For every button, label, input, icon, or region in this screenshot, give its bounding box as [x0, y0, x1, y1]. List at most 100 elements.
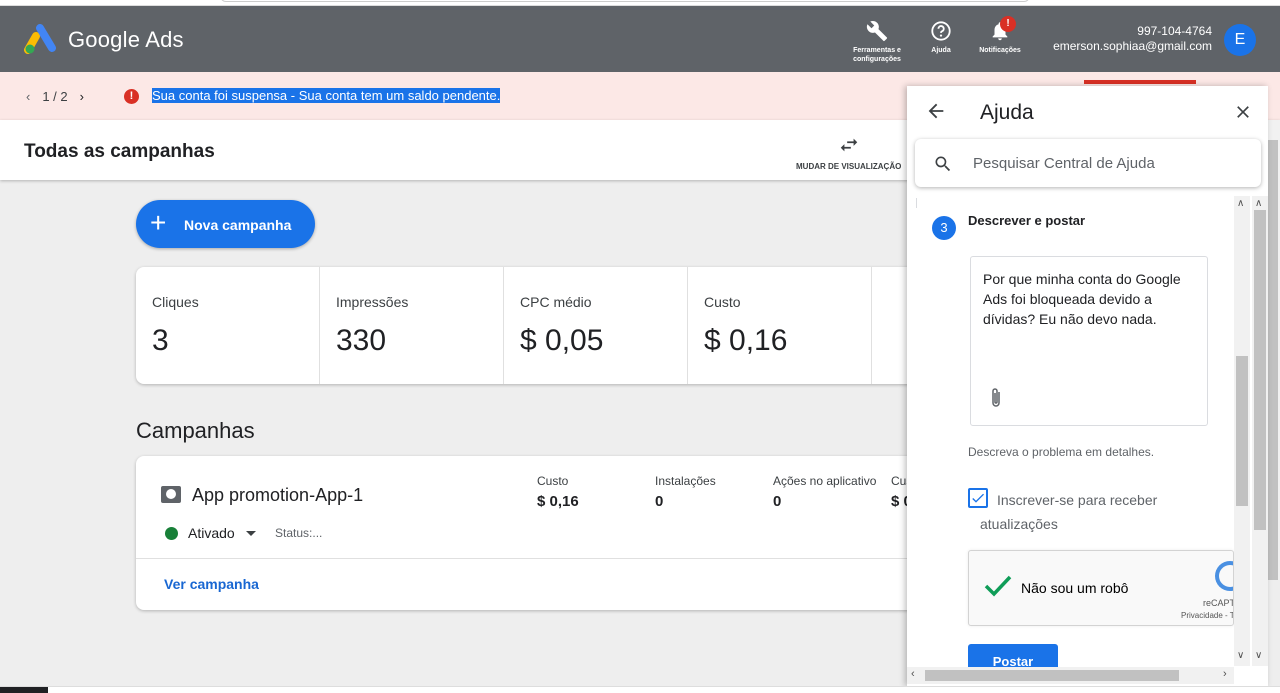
- scroll-up-icon[interactable]: ∧: [1237, 198, 1244, 209]
- account-id: 997-104-4764: [1137, 24, 1212, 38]
- metric-value: 3: [152, 324, 169, 357]
- chevron-right-icon[interactable]: ›: [80, 89, 84, 104]
- outer-scrollbar[interactable]: ∧ ∨: [1252, 196, 1268, 666]
- pager-count: 1 / 2: [42, 89, 68, 104]
- notifications-label: Notificações: [979, 47, 1021, 54]
- google-ads-logo: [24, 24, 56, 54]
- metric-label: Cliques: [152, 294, 199, 310]
- scroll-right-icon[interactable]: ›: [1223, 668, 1227, 680]
- metric-value: 330: [336, 324, 387, 357]
- recaptcha-widget[interactable]: Não sou um robô reCAPT Privacidade - T: [968, 550, 1234, 626]
- wrench-icon: [866, 21, 888, 42]
- search-placeholder: Pesquisar Central de Ajuda: [973, 155, 1155, 172]
- metrics-card: Cliques 3 Impressões 330 CPC médio $ 0,0…: [136, 267, 916, 384]
- scroll-down-icon[interactable]: ∨: [1237, 650, 1244, 661]
- chevron-left-icon[interactable]: ‹: [26, 89, 30, 104]
- textarea-line: Por que minha conta do Google: [983, 271, 1181, 287]
- alert-separator: -: [287, 88, 299, 103]
- swap-icon: [840, 138, 857, 152]
- help-search-input[interactable]: Pesquisar Central de Ajuda: [915, 139, 1261, 187]
- col-label: Custo: [537, 474, 569, 488]
- alert-title: Sua conta foi suspensa: [152, 88, 288, 103]
- captcha-brand: reCAPT: [1203, 598, 1234, 608]
- page-title: Todas as campanhas: [24, 141, 215, 162]
- campaign-col-app-actions: Ações no aplicativo 0: [773, 474, 876, 510]
- active-status-dot: [165, 527, 178, 540]
- campaign-card: App promotion-App-1 Ativado Status:... C…: [136, 456, 916, 610]
- captcha-check-icon: [984, 575, 1012, 597]
- textarea-line: dívidas? Eu não devo nada.: [983, 311, 1157, 327]
- page-scrollbar[interactable]: [1266, 120, 1280, 580]
- address-bar[interactable]: [220, 0, 1030, 2]
- col-value: 0: [773, 493, 782, 510]
- captcha-privacy-link[interactable]: Privacidade - T: [1181, 611, 1233, 620]
- scroll-left-icon[interactable]: ‹: [911, 668, 915, 680]
- metric-avg-cpc[interactable]: CPC médio $ 0,05: [504, 267, 688, 384]
- alert-text: Sua conta tem um saldo pendente.: [298, 88, 501, 103]
- campaign-col-installs: Instalações 0: [655, 474, 716, 510]
- metric-impressions[interactable]: Impressões 330: [320, 267, 504, 384]
- help-horizontal-scrollbar[interactable]: ‹ ›: [907, 667, 1234, 684]
- metric-label: Custo: [704, 294, 741, 310]
- taskbar-start[interactable]: [0, 687, 48, 693]
- card-divider: [136, 558, 916, 559]
- description-hint: Descreva o problema em detalhes.: [968, 445, 1155, 459]
- help-scroll-thumb[interactable]: [1236, 356, 1248, 506]
- hscroll-thumb[interactable]: [925, 670, 1179, 681]
- subscribe-label[interactable]: Inscrever-se para receber atualizações: [980, 488, 1180, 536]
- top-header: Google Ads Ferramentas e configurações A…: [0, 6, 1280, 72]
- campaigns-section-title: Campanhas: [136, 418, 255, 443]
- metric-cost[interactable]: Custo $ 0,16: [688, 267, 872, 384]
- account-info[interactable]: 997-104-4764 emerson.sophiaa@gmail.com: [1053, 24, 1212, 54]
- captcha-label: Não sou um robô: [1021, 580, 1129, 596]
- step-connector: [916, 198, 917, 208]
- view-switch-button[interactable]: MUDAR DE VISUALIZAÇÃO: [796, 134, 901, 171]
- tools-button[interactable]: Ferramentas e configurações: [850, 20, 904, 64]
- help-scrollbar[interactable]: ∧ ∨: [1234, 196, 1250, 666]
- chevron-down-icon[interactable]: [246, 531, 256, 536]
- avatar[interactable]: E: [1224, 24, 1256, 56]
- col-label: Ações no aplicativo: [773, 474, 877, 488]
- app-campaign-icon: [161, 486, 181, 503]
- metric-clicks[interactable]: Cliques 3: [136, 267, 320, 384]
- step-title: Descrever e postar: [968, 213, 1086, 228]
- help-panel: Ajuda Pesquisar Central de Ajuda 3 Descr…: [907, 86, 1268, 686]
- col-value: $ 0,16: [537, 493, 579, 510]
- scroll-up-icon[interactable]: ∧: [1255, 198, 1262, 209]
- help-button[interactable]: Ajuda: [926, 20, 956, 55]
- campaign-col-cost: Custo $ 0,16: [537, 474, 579, 510]
- notifications-button[interactable]: ! Notificações: [974, 16, 1026, 55]
- alert-pager: ‹ 1 / 2 ›: [20, 89, 90, 104]
- new-campaign-button[interactable]: + Nova campanha: [136, 200, 315, 248]
- scroll-down-icon[interactable]: ∨: [1255, 650, 1262, 661]
- new-campaign-label: Nova campanha: [184, 217, 292, 233]
- textarea-line: Ads foi bloqueada devido a: [983, 291, 1152, 307]
- description-textarea[interactable]: Por que minha conta do Google Ads foi bl…: [970, 256, 1208, 426]
- col-value: 0: [655, 493, 664, 510]
- arrow-back-icon[interactable]: [925, 100, 947, 122]
- metric-label: Impressões: [336, 294, 409, 310]
- close-icon[interactable]: [1233, 102, 1253, 122]
- status-dropdown[interactable]: Ativado: [188, 525, 235, 541]
- account-email: emerson.sophiaa@gmail.com: [1053, 39, 1212, 53]
- notification-badge: !: [1000, 16, 1016, 32]
- alert-message[interactable]: Sua conta foi suspensa - Sua conta tem u…: [152, 88, 501, 103]
- view-campaign-link[interactable]: Ver campanha: [164, 576, 259, 592]
- tools-label: Ferramentas e configurações: [853, 47, 901, 63]
- alert-action-button[interactable]: [1084, 80, 1196, 84]
- metric-value: $ 0,16: [704, 324, 788, 357]
- outer-scroll-thumb[interactable]: [1254, 210, 1266, 530]
- campaign-name[interactable]: App promotion-App-1: [192, 485, 363, 506]
- search-icon: [935, 156, 951, 172]
- view-switch-label: MUDAR DE VISUALIZAÇÃO: [796, 162, 902, 171]
- attachment-icon[interactable]: [987, 386, 1005, 410]
- help-panel-title: Ajuda: [980, 101, 1034, 124]
- col-label: Instalações: [655, 474, 716, 488]
- post-button[interactable]: Postar: [968, 644, 1058, 668]
- step-number-badge: 3: [932, 216, 956, 240]
- page-scroll-thumb[interactable]: [1268, 140, 1278, 580]
- help-circle-icon: [931, 21, 951, 41]
- metric-value: $ 0,05: [520, 324, 604, 357]
- taskbar: [0, 686, 1280, 693]
- metric-label: CPC médio: [520, 294, 592, 310]
